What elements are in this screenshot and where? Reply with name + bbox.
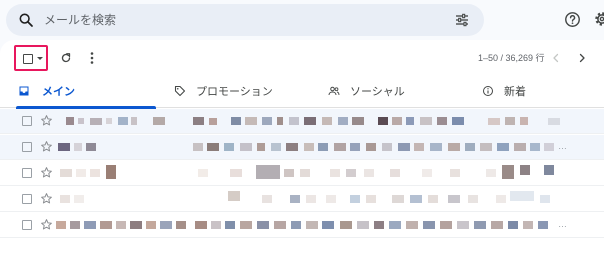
inbox-icon [19, 86, 29, 96]
tab-promotions-label: プロモーション [196, 86, 273, 98]
refresh-icon[interactable] [60, 52, 72, 64]
tab-primary[interactable]: メイン [16, 76, 156, 109]
info-icon [483, 86, 493, 96]
tag-icon [174, 85, 186, 97]
tab-updates[interactable]: 新着 [480, 76, 590, 108]
tab-updates-label: 新着 [504, 86, 526, 98]
more-vert-icon[interactable] [88, 51, 96, 65]
gear-icon[interactable] [593, 10, 604, 28]
redacted-content [56, 221, 548, 229]
truncation-ellipsis: … [558, 219, 567, 229]
select-all-dropdown[interactable] [14, 45, 48, 71]
tab-primary-label: メイン [42, 86, 75, 98]
search-icon[interactable] [18, 12, 34, 28]
email-row[interactable] [0, 109, 604, 134]
tab-social-label: ソーシャル [350, 86, 405, 98]
email-row[interactable]: … [0, 135, 604, 160]
search-bar[interactable]: メールを検索 [6, 4, 484, 36]
tune-icon[interactable] [454, 12, 470, 28]
chevron-down-icon[interactable] [37, 57, 43, 60]
people-icon [328, 86, 340, 96]
chevron-left-icon[interactable] [550, 52, 562, 64]
category-tabs: メイン プロモーション ソーシャル 新着 [0, 76, 604, 109]
pagination-label: 1–50 / 36,269 行 [478, 53, 545, 63]
email-row[interactable] [0, 161, 604, 186]
redacted-content [60, 191, 550, 203]
top-bar: メールを検索 [0, 0, 604, 40]
redacted-content [66, 117, 560, 125]
tab-social[interactable]: ソーシャル [326, 76, 466, 108]
search-input[interactable]: メールを検索 [44, 12, 116, 28]
mail-toolbar: 1–50 / 36,269 行 [0, 40, 604, 76]
truncation-ellipsis: … [558, 141, 567, 151]
redacted-content [58, 143, 554, 151]
tab-promotions[interactable]: プロモーション [172, 76, 312, 108]
mail-panel: 1–50 / 36,269 行 メイン プロモーション ソーシャル 新着 … … [0, 40, 604, 274]
select-all-checkbox[interactable] [23, 54, 33, 64]
email-row[interactable] [0, 187, 604, 212]
chevron-right-icon[interactable] [576, 52, 588, 64]
email-row[interactable]: … [0, 213, 604, 238]
redacted-content [60, 165, 554, 179]
help-icon[interactable] [564, 11, 581, 28]
